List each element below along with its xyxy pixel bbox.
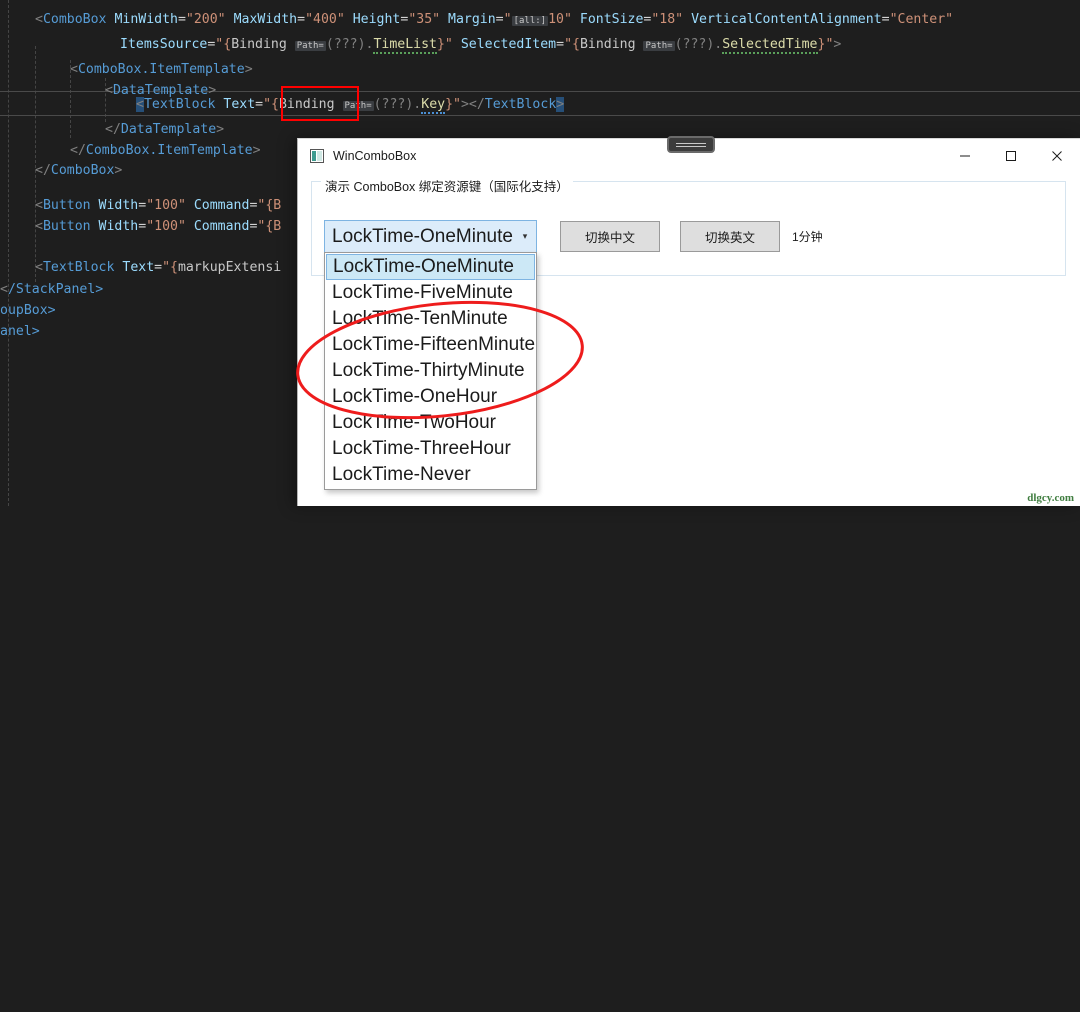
code-token-value: "100" xyxy=(146,219,186,234)
dropdown-item[interactable]: LockTime-FiveMinute xyxy=(326,280,535,306)
code-line[interactable]: anel> xyxy=(0,319,40,344)
code-token-tag: Button xyxy=(42,219,91,234)
code-token-tag: TextBlock xyxy=(484,97,557,112)
window-snap-handle[interactable] xyxy=(667,136,715,153)
code-token-qmark: (???). xyxy=(325,37,374,52)
code-token-tag: /StackPanel> xyxy=(7,282,104,297)
code-token-tag: TextBlock xyxy=(42,260,115,275)
dropdown-item[interactable]: LockTime-ThreeHour xyxy=(326,436,535,462)
code-token-property: SelectedTime xyxy=(722,37,818,54)
code-line[interactable]: <Button Width="100" Command="{B xyxy=(35,214,281,239)
code-token-qmark: (???). xyxy=(373,97,422,112)
code-token-value: "400" xyxy=(305,12,345,27)
code-token-attr: Margin xyxy=(448,12,496,27)
annotation-red-rectangle xyxy=(281,86,359,121)
code-token-value: "18" xyxy=(651,12,684,27)
code-token-binding: Binding xyxy=(231,37,287,52)
code-token-tag: ComboBox.ItemTemplate xyxy=(85,143,253,158)
code-token-tag: TextBlock xyxy=(143,97,216,112)
window-controls[interactable] xyxy=(942,139,1080,173)
dropdown-item[interactable]: LockTime-ThirtyMinute xyxy=(326,358,535,384)
result-text: 1分钟 xyxy=(792,230,823,244)
code-token-tag: ComboBox xyxy=(42,12,107,27)
dropdown-item[interactable]: LockTime-TwoHour xyxy=(326,410,535,436)
code-token-property: Key xyxy=(421,97,446,114)
code-token-attr: Text xyxy=(223,97,256,112)
code-token-attr: Command xyxy=(193,198,250,213)
code-token-attr: Height xyxy=(352,12,401,27)
switch-chinese-button[interactable]: 切换中文 xyxy=(560,221,660,252)
code-badge-path: Path= xyxy=(294,41,326,51)
close-icon[interactable] xyxy=(1034,139,1080,173)
site-tag: dlgcy.com xyxy=(1027,492,1074,504)
dropdown-item[interactable]: LockTime-OneMinute xyxy=(326,254,535,280)
window-title-bar[interactable]: WinComboBox xyxy=(298,136,1080,173)
code-token-attr: SelectedItem xyxy=(460,37,557,52)
code-token-tag: DataTemplate xyxy=(120,122,217,137)
code-token-attr: Width xyxy=(98,198,139,213)
switch-english-button[interactable]: 切换英文 xyxy=(680,221,780,252)
locktime-combobox[interactable]: LockTime-OneMinute ▾ xyxy=(324,220,537,253)
dropdown-item[interactable]: LockTime-OneHour xyxy=(326,384,535,410)
code-token-attr: Text xyxy=(122,260,155,275)
code-token-attr: FontSize xyxy=(579,12,644,27)
indent-guide xyxy=(8,0,9,506)
code-token-attr: MinWidth xyxy=(114,12,178,27)
code-token-value: "35" xyxy=(408,12,441,27)
code-line[interactable]: </ComboBox> xyxy=(35,158,122,183)
code-token-tag: oupBox> xyxy=(0,303,56,318)
code-token-value: "200" xyxy=(185,12,226,27)
maximize-icon[interactable] xyxy=(988,139,1034,173)
code-token-value: "100" xyxy=(146,198,186,213)
code-token-tag: Button xyxy=(42,198,91,213)
code-badge-path: Path= xyxy=(643,41,675,51)
code-token-tag: anel> xyxy=(0,324,40,339)
code-token-property: TimeList xyxy=(373,37,437,54)
code-token-value: 10" xyxy=(548,12,572,27)
app-window-icon xyxy=(310,149,324,163)
code-token-attr: Command xyxy=(193,219,250,234)
code-token-value: "Center" xyxy=(889,12,954,27)
code-line[interactable]: ItemsSource="{Binding Path= (???).TimeLis… xyxy=(120,32,841,57)
code-badge-all: [all:] xyxy=(511,16,549,26)
chevron-down-icon[interactable]: ▾ xyxy=(514,232,536,241)
dropdown-item[interactable]: LockTime-Never xyxy=(326,462,535,488)
code-line[interactable]: <ComboBox MinWidth="200" MaxWidth="400" … xyxy=(35,7,953,32)
dropdown-item[interactable]: LockTime-FifteenMinute xyxy=(326,332,535,358)
code-token-attr: ItemsSource xyxy=(120,37,208,52)
code-token-attr: MaxWidth xyxy=(233,12,298,27)
code-token-markup-extension: markupExtensi xyxy=(177,260,282,275)
code-token-binding: Binding xyxy=(579,37,636,52)
combobox-selected-value: LockTime-OneMinute xyxy=(332,225,513,247)
groupbox-label: 演示 ComboBox 绑定资源键（国际化支持） xyxy=(321,176,573,195)
wincombobox-window[interactable]: WinComboBox 演示 ComboBox 绑定资源键（国际化支持） Loc… xyxy=(297,136,1080,506)
code-token-attr: Width xyxy=(98,219,139,234)
minimize-icon[interactable] xyxy=(942,139,988,173)
code-token-tag: ComboBox.ItemTemplate xyxy=(77,62,245,77)
window-title: WinComboBox xyxy=(333,149,417,163)
combobox-dropdown-list[interactable]: LockTime-OneMinute LockTime-FiveMinute Loc… xyxy=(324,252,537,490)
code-token-qmark: (???). xyxy=(674,37,723,52)
dropdown-item[interactable]: LockTime-TenMinute xyxy=(326,306,535,332)
code-token-tag: ComboBox xyxy=(50,163,115,178)
code-token-attr: VerticalContentAlignment xyxy=(691,12,882,27)
